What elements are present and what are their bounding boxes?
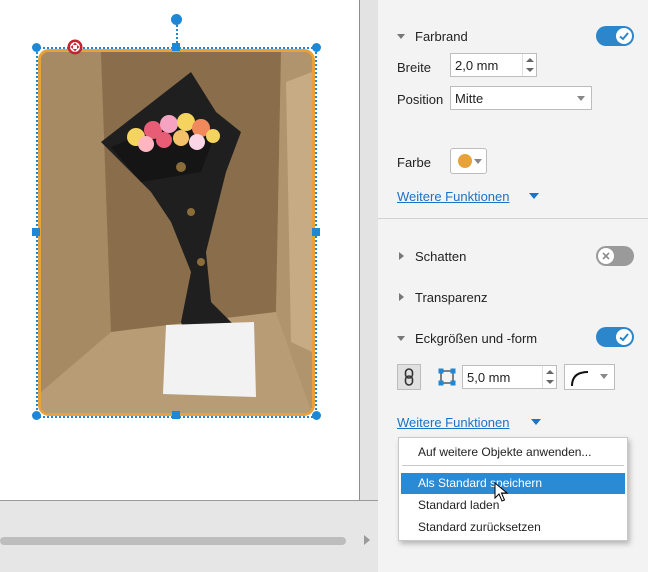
collapse-ecken-icon[interactable] — [397, 336, 405, 341]
ecken-more-link[interactable]: Weitere Funktionen — [397, 415, 510, 430]
more-functions-menu: Auf weitere Objekte anwenden... Als Stan… — [398, 437, 628, 541]
horizontal-scrollbar[interactable] — [0, 500, 378, 572]
mouse-pointer-icon — [494, 482, 508, 502]
move-icon[interactable] — [67, 39, 83, 55]
resize-handle-bottom-left[interactable] — [32, 411, 41, 420]
section-ecken-title: Eckgrößen und -form — [415, 331, 538, 346]
position-label: Position — [397, 92, 444, 107]
resize-handle-top[interactable] — [172, 43, 180, 51]
ecken-toggle[interactable] — [596, 327, 634, 347]
scroll-right-icon[interactable] — [364, 535, 370, 545]
menu-item-apply-to-others[interactable]: Auf weitere Objekte anwenden... — [401, 442, 625, 463]
farbe-label: Farbe — [397, 155, 431, 170]
toggle-knob — [616, 28, 632, 44]
corner-size-icon — [438, 368, 456, 386]
chevron-down-icon[interactable] — [529, 193, 539, 199]
resize-handle-top-left[interactable] — [32, 43, 41, 52]
toggle-knob — [598, 248, 614, 264]
link-toggle-button[interactable] — [397, 364, 421, 390]
rotate-handle[interactable] — [171, 14, 182, 25]
canvas-area[interactable] — [0, 0, 378, 572]
menu-item-save-default[interactable]: Als Standard speichern — [401, 473, 625, 494]
stepper-arrows[interactable] — [522, 54, 536, 76]
resize-handle-left[interactable] — [32, 228, 40, 236]
stepper-arrows[interactable] — [542, 366, 556, 388]
rounded-corner-icon — [571, 371, 589, 387]
photo-image — [41, 52, 312, 413]
x-icon — [602, 252, 610, 260]
resize-handle-bottom-right[interactable] — [312, 411, 321, 420]
resize-handle-right[interactable] — [312, 228, 320, 236]
check-icon — [619, 32, 629, 41]
chevron-down-icon[interactable] — [526, 68, 534, 72]
farbrand-toggle[interactable] — [596, 26, 634, 46]
chevron-down-icon[interactable] — [531, 419, 541, 425]
resize-handle-bottom[interactable] — [172, 411, 180, 419]
check-icon — [619, 333, 629, 342]
menu-item-load-default[interactable]: Standard laden — [401, 495, 625, 516]
position-select[interactable]: Mitte — [450, 86, 592, 110]
color-swatch — [458, 154, 472, 168]
chevron-up-icon[interactable] — [526, 58, 534, 62]
collapse-farbrand-icon[interactable] — [397, 34, 405, 39]
expand-transparenz-icon[interactable] — [399, 293, 404, 301]
section-schatten-title: Schatten — [415, 249, 467, 264]
chain-link-icon — [404, 368, 414, 386]
menu-item-reset-default[interactable]: Standard zurücksetzen — [401, 517, 625, 538]
section-transparenz-title: Transparenz — [415, 290, 488, 305]
section-divider — [378, 218, 648, 219]
canvas-background — [360, 0, 378, 500]
section-farbrand-title: Farbrand — [415, 29, 468, 44]
breite-value: 2,0 mm — [455, 58, 499, 73]
farbrand-more-link[interactable]: Weitere Funktionen — [397, 189, 510, 204]
chevron-up-icon[interactable] — [546, 370, 554, 374]
expand-schatten-icon[interactable] — [399, 252, 404, 260]
toggle-knob — [616, 329, 632, 345]
position-value: Mitte — [455, 91, 484, 106]
chevron-down-icon — [600, 374, 608, 379]
chevron-down-icon[interactable] — [546, 380, 554, 384]
corner-size-stepper[interactable]: 5,0 mm — [462, 365, 557, 389]
resize-handle-top-right[interactable] — [312, 43, 321, 52]
scrollbar-thumb[interactable] — [0, 537, 346, 545]
schatten-toggle[interactable] — [596, 246, 634, 266]
corner-shape-select[interactable] — [564, 364, 615, 390]
breite-stepper[interactable]: 2,0 mm — [450, 53, 537, 77]
photo-object[interactable] — [38, 49, 315, 416]
chevron-down-icon — [474, 159, 482, 164]
chevron-down-icon — [577, 96, 585, 101]
corner-size-value: 5,0 mm — [467, 370, 511, 385]
menu-separator — [402, 465, 624, 466]
breite-label: Breite — [397, 60, 431, 75]
farbe-color-picker[interactable] — [450, 148, 487, 174]
